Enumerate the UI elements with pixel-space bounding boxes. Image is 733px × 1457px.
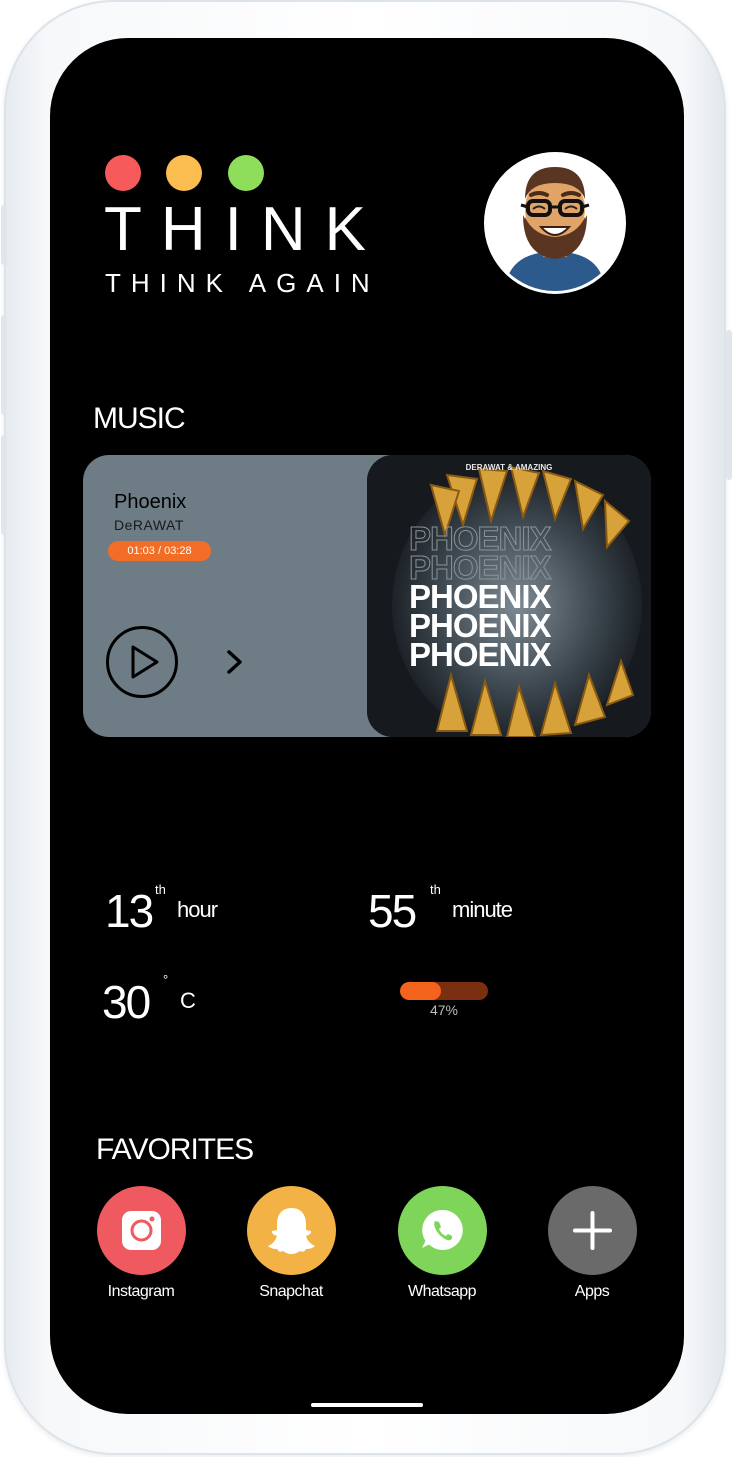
temperature-value: 30 [102, 976, 151, 1028]
minute-unit: minute [452, 897, 513, 922]
next-button[interactable] [223, 649, 247, 675]
side-button-volume-down [1, 435, 7, 535]
avatar-illustration [487, 155, 623, 291]
hour-unit: hour [177, 897, 218, 922]
favorite-apps[interactable]: Apps [532, 1186, 652, 1301]
favorite-label: Apps [574, 1283, 610, 1300]
plus-icon [547, 1186, 637, 1275]
album-credit: DERAWAT & AMAZING [466, 463, 553, 472]
side-button-mute [1, 205, 7, 265]
temperature-degree: ° [163, 972, 169, 987]
favorite-snapchat[interactable]: Snapchat [231, 1186, 351, 1301]
home-indicator[interactable] [311, 1403, 423, 1407]
favorite-label: Whatsapp [407, 1283, 477, 1300]
red-dot [105, 155, 141, 191]
favorite-label: Snapchat [259, 1283, 323, 1300]
chevron-right-icon [227, 650, 242, 674]
album-art: DERAWAT & AMAZING PHOENIX PHOENIX PHOENI… [367, 455, 651, 737]
minute-suffix: th [430, 882, 441, 897]
battery-bar-fill [400, 982, 442, 1000]
brand-title: THINK [104, 195, 385, 264]
favorite-instagram[interactable]: Instagram [81, 1186, 201, 1301]
green-dot [228, 155, 264, 191]
hour-value: 13 [105, 885, 154, 937]
snapchat-icon [246, 1186, 336, 1275]
battery-bar [400, 982, 488, 1000]
album-cover-illustration: DERAWAT & AMAZING PHOENIX PHOENIX PHOENI… [367, 455, 651, 737]
play-button[interactable] [105, 625, 179, 699]
track-title: Phoenix [114, 491, 187, 513]
minute-value: 55 [368, 885, 417, 937]
side-button-volume-up [1, 315, 7, 415]
temperature-unit: C [180, 988, 196, 1013]
hour-suffix: th [155, 882, 166, 897]
album-title-line: PHOENIX [409, 636, 552, 673]
favorites-section-title: FAVORITES [96, 1133, 254, 1166]
track-time: 01:03 / 03:28 [108, 541, 211, 561]
battery-label: 47% [429, 1002, 459, 1018]
brand-subtitle: THINK AGAIN [105, 268, 380, 298]
favorite-label: Instagram [107, 1283, 175, 1300]
instagram-icon [96, 1186, 186, 1275]
music-card[interactable]: Phoenix DeRAWAT 01:03 / 03:28 DERAWAT & … [83, 455, 651, 737]
whatsapp-icon [397, 1186, 487, 1275]
phone-screen: THINK THINK AGAIN MUSIC Phoenix DeRAWAT … [50, 38, 684, 1414]
track-artist: DeRAWAT [114, 517, 184, 533]
yellow-dot [166, 155, 202, 191]
play-icon [131, 645, 159, 679]
avatar[interactable] [484, 152, 626, 294]
side-button-power [726, 330, 732, 480]
music-section-title: MUSIC [93, 402, 186, 435]
favorite-whatsapp[interactable]: Whatsapp [382, 1186, 502, 1301]
